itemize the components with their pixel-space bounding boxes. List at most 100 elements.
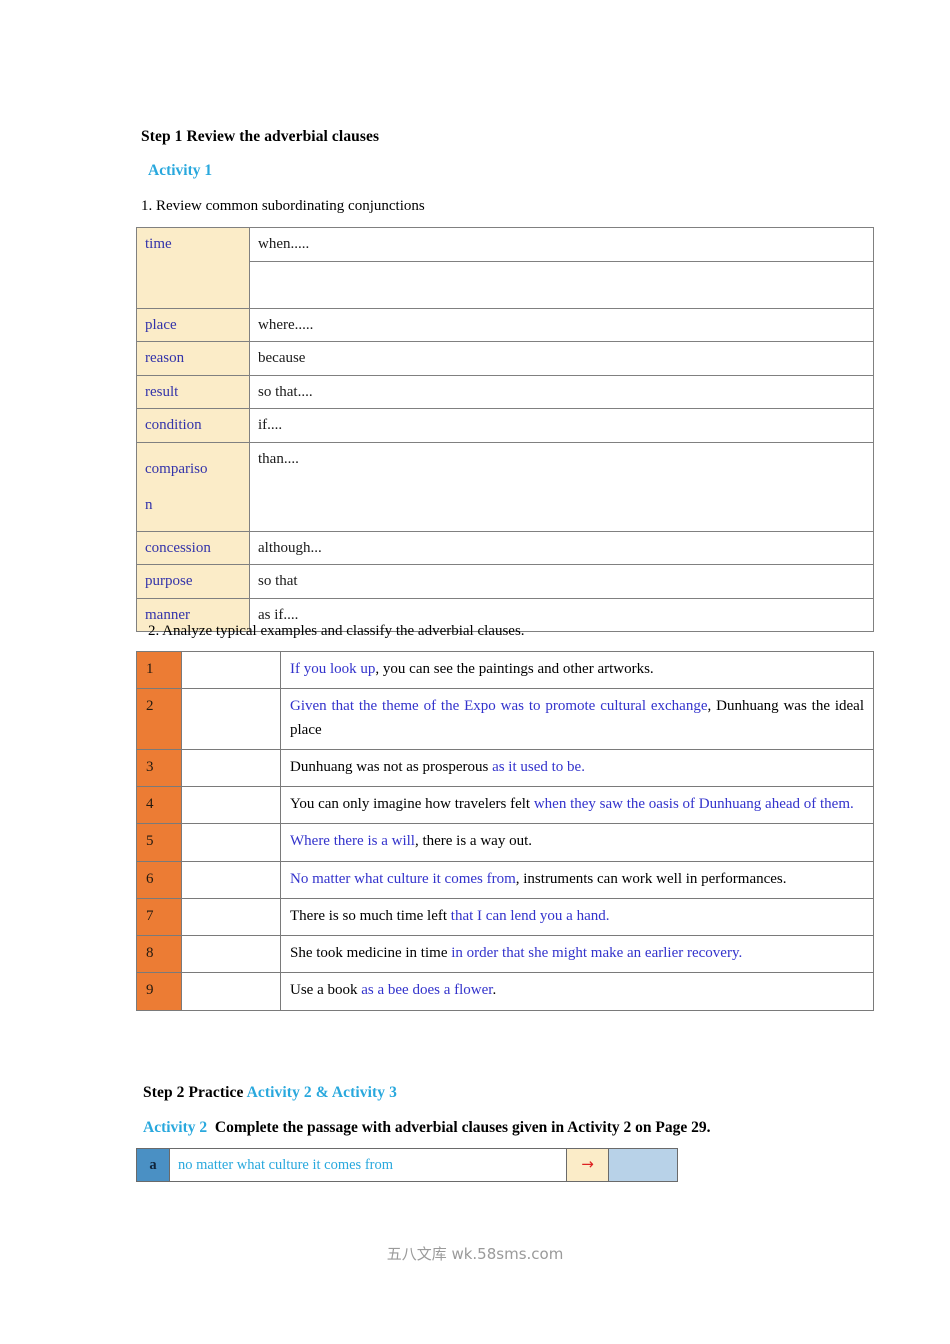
example-classification-field[interactable] — [181, 897, 281, 937]
example-index: 5 — [136, 823, 182, 862]
table-row: place where..... — [136, 307, 874, 342]
table-row: 3 Dunhuang was not as prosperous as it us… — [136, 748, 874, 788]
conjunction-value-blank — [249, 260, 874, 309]
adverbial-clause: Given that the theme of the Expo was to … — [290, 698, 708, 715]
example-classification-field[interactable] — [181, 823, 281, 862]
conjunction-label: purpose — [136, 564, 250, 599]
activity-2-answer-table: a no matter what culture it comes from → — [136, 1148, 679, 1182]
step-1-heading: Step 1 Review the adverbial clauses — [141, 128, 380, 145]
answer-target-cell[interactable] — [607, 1148, 679, 1182]
table-row: reason because — [136, 341, 874, 376]
example-classification-field[interactable] — [181, 934, 281, 974]
example-sentence: She took medicine in time in order that … — [280, 934, 874, 974]
example-sentence: Use a book as a bee does a flower. — [280, 972, 874, 1011]
table-row: compariso n than.... — [136, 441, 874, 532]
sentence-plain-before: There is so much time left — [290, 907, 451, 924]
example-sentence: No matter what culture it comes from, in… — [280, 860, 874, 899]
table-row: 8 She took medicine in time in order that… — [136, 934, 874, 974]
example-sentence: If you look up, you can see the painting… — [280, 650, 874, 690]
example-classification-field[interactable] — [181, 785, 281, 825]
example-classification-field[interactable] — [181, 748, 281, 788]
activity-1-label: Activity 1 — [148, 162, 213, 179]
example-index: 6 — [136, 860, 182, 899]
example-classification-field[interactable] — [181, 972, 281, 1011]
sentence-plain-after: . — [492, 982, 497, 999]
answer-letter: a — [136, 1148, 170, 1182]
activity-2-text — [207, 1119, 215, 1136]
adverbial-clause: when they saw the oasis of Dunhuang ahea… — [533, 796, 854, 812]
table-row: condition if.... — [136, 408, 874, 443]
example-sentence: Given that the theme of the Expo was to … — [280, 688, 874, 750]
example-index: 3 — [136, 748, 182, 788]
table-row: 7 There is so much time left that I can l… — [136, 897, 874, 937]
conjunction-value: than.... — [249, 441, 874, 532]
activity-2-instruction: Activity 2 Complete the passage with adv… — [143, 1119, 710, 1137]
conjunction-label: reason — [136, 341, 250, 376]
example-sentence: There is so much time left that I can le… — [280, 897, 874, 937]
examples-table: 1 If you look up, you can see the paintin… — [136, 650, 874, 1011]
example-classification-field[interactable] — [181, 688, 281, 750]
conjunction-label: result — [136, 374, 250, 409]
conjunction-value: where..... — [249, 307, 874, 342]
conjunction-value: although... — [249, 530, 874, 565]
adverbial-clause: If you look up — [290, 661, 376, 677]
table-row: 4 You can only imagine how travelers felt… — [136, 785, 874, 825]
watermark: 五八文库 wk.58sms.com — [386, 1245, 564, 1263]
table-row: result so that.... — [136, 374, 874, 409]
sentence-plain-before: You can only imagine how travelers felt — [290, 796, 534, 812]
table-row: 2 Given that the theme of the Expo was to… — [136, 688, 874, 750]
table-row: purpose so that — [136, 564, 874, 599]
example-index: 9 — [136, 972, 182, 1011]
step-2-prefix: Step 2 Practice — [143, 1084, 247, 1101]
sentence-plain-after: , there is a way out. — [414, 833, 533, 850]
instruction-analyze-examples: 2. Analyze typical examples and classify… — [148, 623, 525, 639]
sentence-plain-before: Use a book — [290, 982, 362, 999]
answer-text-field[interactable]: no matter what culture it comes from — [168, 1148, 568, 1182]
example-index: 7 — [136, 897, 182, 937]
activity-2-description: Complete the passage with adverbial clau… — [214, 1119, 711, 1136]
adverbial-clause: No matter what culture it comes from — [290, 870, 516, 887]
table-row: 9 Use a book as a bee does a flower. — [136, 972, 874, 1011]
table-row: 6 No matter what culture it comes from, i… — [136, 860, 874, 899]
example-index: 4 — [136, 785, 182, 825]
arrow-right-icon: → — [581, 1154, 594, 1173]
table-row: concession although... — [136, 530, 874, 565]
adverbial-clause: in order that she might make an earlier … — [451, 945, 743, 961]
adverbial-clause: that I can lend you a hand. — [450, 907, 610, 924]
conjunction-label-line1: compariso — [145, 460, 208, 477]
table-row: time when..... — [136, 227, 874, 309]
example-sentence: Dunhuang was not as prosperous as it use… — [280, 748, 874, 788]
conjunction-value: because — [249, 341, 874, 376]
conjunction-label: condition — [136, 408, 250, 443]
step-2-activities: Activity 2 & Activity 3 — [246, 1084, 397, 1101]
example-sentence: Where there is a will, there is a way ou… — [280, 823, 874, 862]
example-index: 8 — [136, 934, 182, 974]
adverbial-clause: Where there is a will — [290, 833, 415, 850]
adverbial-clause: as it used to be. — [492, 758, 585, 775]
arrow-cell[interactable]: → — [566, 1148, 609, 1182]
example-classification-field[interactable] — [181, 650, 281, 690]
conjunction-label: concession — [136, 530, 250, 565]
example-index: 1 — [136, 650, 182, 690]
example-index: 2 — [136, 688, 182, 750]
example-sentence: You can only imagine how travelers felt … — [280, 785, 874, 825]
table-row: 1 If you look up, you can see the paintin… — [136, 650, 874, 690]
conjunction-label-line2: n — [145, 496, 153, 513]
sentence-plain-after: , you can see the paintings and other ar… — [375, 661, 654, 677]
table-row: a no matter what culture it comes from → — [136, 1148, 679, 1182]
conjunction-value: so that.... — [249, 374, 874, 409]
sentence-plain-before: Dunhuang was not as prosperous — [290, 758, 493, 775]
sentence-plain-after: , instruments can work well in performan… — [515, 870, 787, 887]
document-page: Step 1 Review the adverbial clauses Acti… — [0, 0, 950, 1344]
conjunction-value: if.... — [249, 408, 874, 443]
conjunction-label: place — [136, 307, 250, 342]
conjunction-value: so that — [249, 564, 874, 599]
step-2-heading: Step 2 Practice Activity 2 & Activity 3 — [143, 1084, 397, 1102]
conjunction-label: time — [136, 227, 250, 309]
example-classification-field[interactable] — [181, 860, 281, 899]
activity-2-label: Activity 2 — [143, 1119, 208, 1136]
conjunctions-table: time when..... place where..... reason b… — [136, 227, 874, 632]
instruction-review-conjunctions: 1. Review common subordinating conjuncti… — [141, 198, 425, 214]
conjunction-value: when..... — [249, 227, 874, 262]
sentence-plain-before: She took medicine in time — [290, 945, 452, 961]
